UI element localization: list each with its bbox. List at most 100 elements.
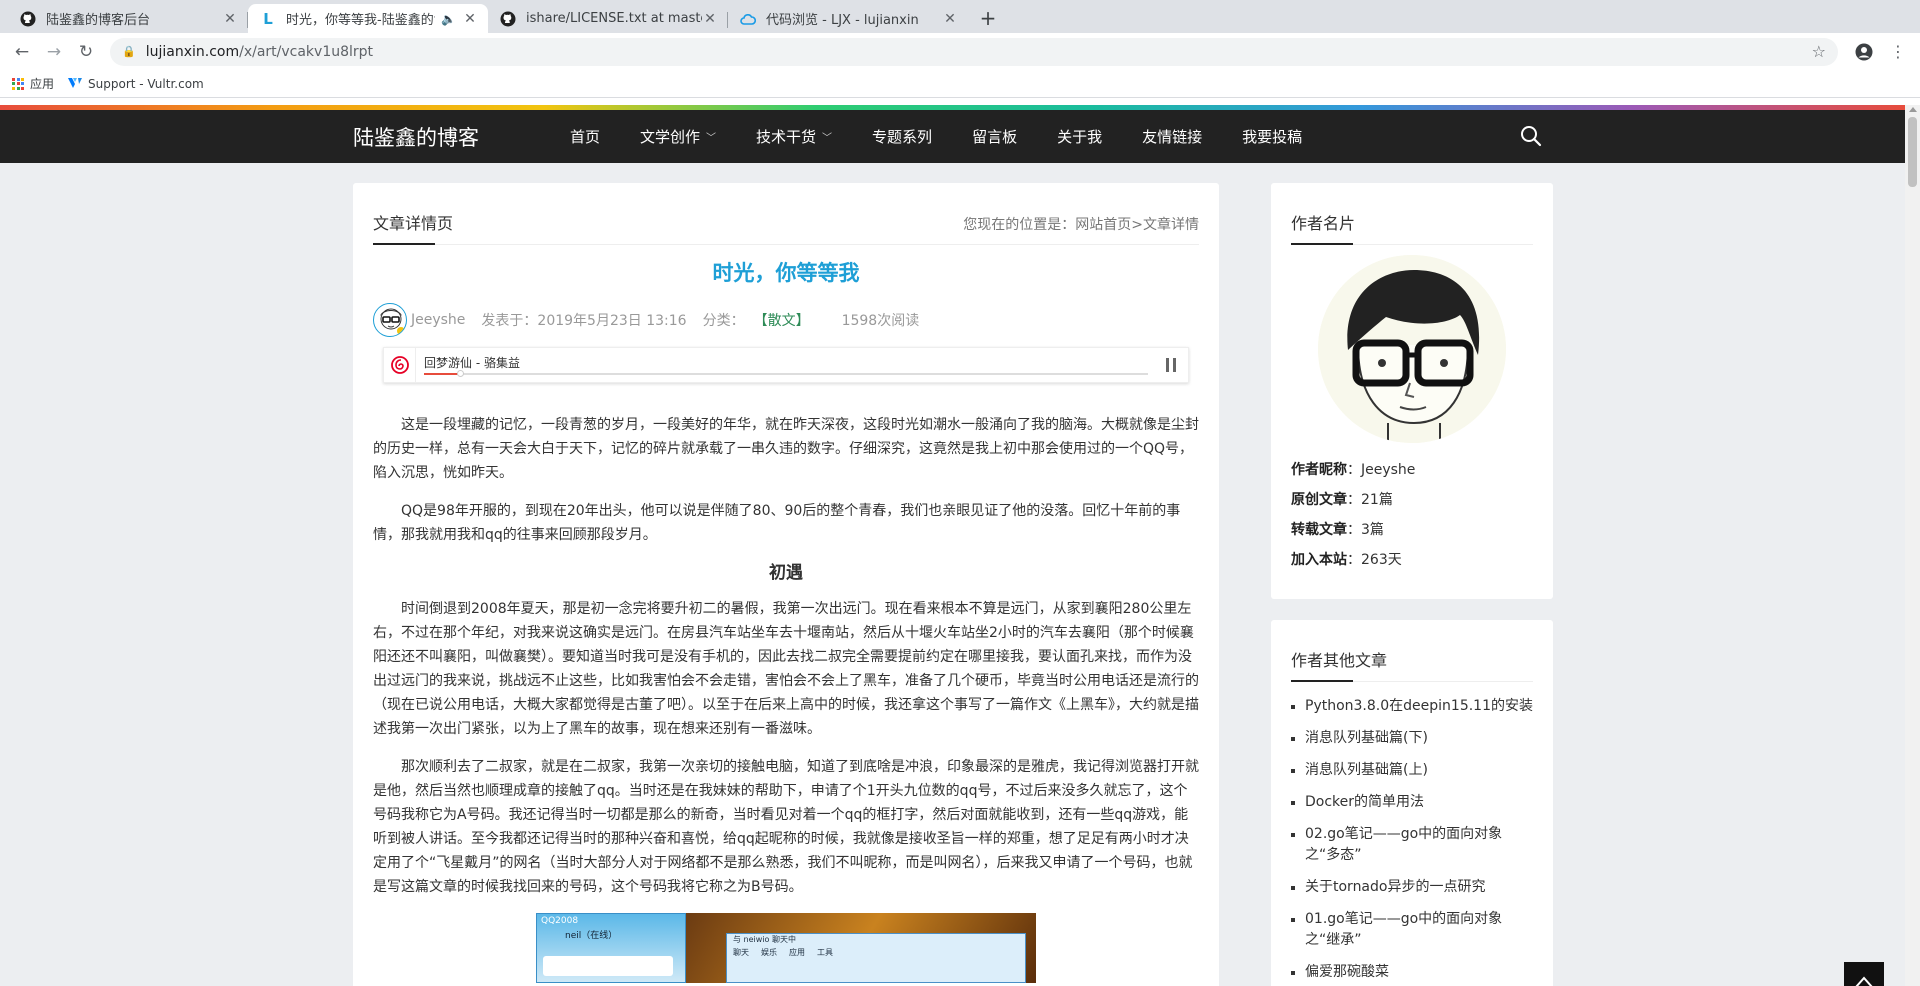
back-arrow-icon[interactable]: ← (8, 38, 36, 66)
info-row: 加入本站：263天 (1291, 552, 1402, 568)
scroll-up-arrow-icon[interactable] (1909, 107, 1917, 112)
category: 分类： 【散文】 (702, 313, 810, 329)
progress-knob[interactable] (457, 370, 465, 377)
author-info: 作者昵称：Jeeyshe 原创文章：21篇 转载文章：3篇 加入本站：263天 (1291, 455, 1533, 575)
back-to-top-button[interactable] (1844, 962, 1884, 986)
chevron-down-icon: ﹀ (822, 133, 833, 144)
post-link[interactable]: 偏爱那碗酸菜 (1291, 962, 1533, 983)
scrollbar-thumb[interactable] (1908, 117, 1917, 187)
menu-item-home[interactable]: 首页 (570, 126, 600, 147)
section-heading: 初遇 (769, 563, 803, 583)
bookmarks-bar: 应用 Support - Vultr.com (0, 70, 1920, 98)
bookmark-vultr[interactable]: Support - Vultr.com (68, 77, 204, 91)
menu-item-links[interactable]: 友情链接 (1142, 126, 1202, 147)
info-row: 转载文章：3篇 (1291, 522, 1384, 538)
netease-music-icon[interactable] (384, 348, 416, 382)
tab-code-browse[interactable]: 代码浏览 - LJX - lujianxin ✕ (728, 4, 968, 33)
search-icon[interactable] (1520, 125, 1542, 147)
main-menu: 首页 文学创作 ﹀ 技术干货 ﹀ 专题系列 留言板 关于我 友情链接 我要投稿 (550, 110, 1322, 163)
menu-item-about[interactable]: 关于我 (1057, 126, 1102, 147)
menu-item-literature[interactable]: 文学创作 ﹀ (640, 126, 716, 147)
close-tab-icon[interactable]: ✕ (702, 11, 718, 27)
qq-user: neil（在线） (565, 931, 618, 941)
menu-item-tech[interactable]: 技术干货 ﹀ (756, 126, 832, 147)
bookmark-label: 应用 (30, 77, 55, 91)
paragraph: QQ是98年开服的，到现在20年出头，他可以说是伴随了80、90后的整个青春，我… (373, 503, 1181, 543)
menu-item-series[interactable]: 专题系列 (872, 126, 932, 147)
chevron-down-icon: ﹀ (706, 133, 717, 144)
post-link[interactable]: 01.go笔记——go中的面向对象之“继承” (1291, 909, 1533, 951)
post-link[interactable]: 消息队列基础篇(下) (1291, 728, 1533, 749)
kebab-menu-icon[interactable]: ⋮ (1884, 38, 1912, 66)
lock-icon: 🔒 (122, 45, 136, 58)
pause-icon[interactable] (1166, 358, 1176, 372)
qq-tab: 娱乐 (761, 948, 777, 957)
author-card: 作者名片 作者昵称：Jeeyshe 原创文章：21篇 转载文章：3篇 加入本站：… (1271, 183, 1553, 599)
post-link[interactable]: 消息队列基础篇(上) (1291, 760, 1533, 781)
browser-toolbar: ← → ↻ 🔒 lujianxin.com/x/art/vcakv1u8lrpt… (0, 33, 1920, 70)
cloud-icon (740, 11, 756, 27)
post-link[interactable]: Python3.8.0在deepin15.11的安装 (1291, 696, 1533, 717)
article-body: 这是一段埋藏的记忆，一段青葱的岁月，一段美好的年华，就在昨天深夜，这段时光如潮水… (373, 413, 1199, 983)
post-link[interactable]: Docker的简单用法 (1291, 792, 1533, 813)
qq-screenshot-image: QQ2008 neil（在线） 与 neiwio 聊天中 聊天 娱乐 应用 工具 (536, 913, 1036, 983)
tab-title: 代码浏览 - LJX - lujianxin (766, 13, 919, 28)
bookmark-label: Support - Vultr.com (88, 76, 204, 91)
site-logo[interactable]: 陆鉴鑫的博客 (353, 122, 479, 152)
tab-title: 陆鉴鑫的博客后台 (46, 13, 151, 28)
page-scrollbar[interactable] (1905, 105, 1920, 986)
site-navbar: 陆鉴鑫的博客 首页 文学创作 ﹀ 技术干货 ﹀ 专题系列 留言板 关于我 友情链接 … (0, 110, 1905, 163)
breadcrumb[interactable]: 您现在的位置是：网站首页>文章详情 (963, 214, 1199, 234)
close-tab-icon[interactable]: ✕ (942, 11, 958, 27)
github-icon (500, 11, 516, 27)
section-label: 文章详情页 (373, 210, 453, 245)
forward-arrow-icon[interactable]: → (40, 38, 68, 66)
post-link[interactable]: 02.go笔记——go中的面向对象之“多态” (1291, 824, 1533, 866)
web-page: 陆鉴鑫的博客 首页 文学创作 ﹀ 技术干货 ﹀ 专题系列 留言板 关于我 友情链接 … (0, 105, 1905, 986)
article-title: 时光，你等等我 (712, 261, 860, 285)
publish-date: 发表于：2019年5月23日 13:16 (481, 313, 687, 329)
article-card: 文章详情页 您现在的位置是：网站首页>文章详情 时光，你等等我 Jeeyshe … (353, 183, 1219, 986)
paragraph: 时间倒退到2008年夏天，那是初一念完将要升初二的暑假，我第一次出远门。现在看来… (373, 601, 1199, 737)
post-link[interactable]: 关于tornado异步的一点研究 (1291, 877, 1533, 898)
info-row: 作者昵称：Jeeyshe (1291, 462, 1416, 478)
bookmark-apps[interactable]: 应用 (12, 75, 54, 92)
read-count: 1598次阅读 (841, 313, 920, 329)
qq-window-title: QQ2008 (541, 916, 579, 926)
other-posts-heading: 作者其他文章 (1291, 620, 1533, 682)
paragraph: 那次顺利去了二叔家，就是在二叔家，我第一次亲切的接触电脑，知道了到底啥是冲浪，印… (373, 759, 1199, 895)
paragraph: 这是一段埋藏的记忆，一段青葱的岁月，一段美好的年华，就在昨天深夜，这段时光如潮水… (373, 417, 1199, 481)
close-tab-icon[interactable]: ✕ (462, 11, 478, 27)
other-posts-card: 作者其他文章 Python3.8.0在deepin15.11的安装 消息队列基础… (1271, 620, 1553, 986)
tab-title: ishare/LICENSE.txt at master · (526, 11, 702, 26)
url-text: lujianxin.com/x/art/vcakv1u8lrpt (145, 43, 374, 60)
qq-tab: 聊天 (733, 948, 749, 957)
author-name[interactable]: Jeeyshe (411, 312, 465, 328)
speaker-icon[interactable]: 🔈 (441, 12, 456, 26)
article-meta: Jeeyshe 发表于：2019年5月23日 13:16 分类： 【散文】 159… (373, 303, 1199, 337)
vultr-icon (68, 77, 83, 90)
new-tab-plus-icon[interactable]: + (974, 4, 1002, 32)
author-large-avatar (1318, 255, 1506, 443)
bookmark-star-icon[interactable]: ☆ (1812, 42, 1826, 61)
progress-bar[interactable] (424, 370, 1148, 377)
author-avatar[interactable] (373, 303, 407, 337)
author-card-heading: 作者名片 (1291, 183, 1533, 245)
apps-grid-icon (12, 77, 24, 90)
other-posts-list: Python3.8.0在deepin15.11的安装 消息队列基础篇(下) 消息… (1291, 696, 1533, 983)
tab-title: 时光，你等等我-陆鉴鑫的博客 (286, 13, 435, 28)
address-bar[interactable]: 🔒 lujianxin.com/x/art/vcakv1u8lrpt ☆ (110, 37, 1838, 66)
menu-item-submit[interactable]: 我要投稿 (1242, 126, 1302, 147)
reload-icon[interactable]: ↻ (72, 38, 100, 66)
tab-github-license[interactable]: ishare/LICENSE.txt at master · ✕ (488, 4, 728, 33)
close-tab-icon[interactable]: ✕ (222, 11, 238, 27)
category-link[interactable]: 【散文】 (761, 313, 810, 329)
tab-blog-admin[interactable]: 陆鉴鑫的博客后台 ✕ (8, 4, 248, 33)
account-avatar-icon[interactable] (1850, 38, 1878, 66)
player-track: 回梦游仙 - 骆集益 (416, 348, 1188, 382)
menu-item-guestbook[interactable]: 留言板 (972, 126, 1017, 147)
qq-chat-title: 与 neiwio 聊天中 (733, 935, 796, 944)
tab-article[interactable]: L 时光，你等等我-陆鉴鑫的博客 🔈 ✕ (248, 4, 488, 33)
article-card-header: 文章详情页 您现在的位置是：网站首页>文章详情 (373, 183, 1199, 245)
github-icon (20, 11, 36, 27)
